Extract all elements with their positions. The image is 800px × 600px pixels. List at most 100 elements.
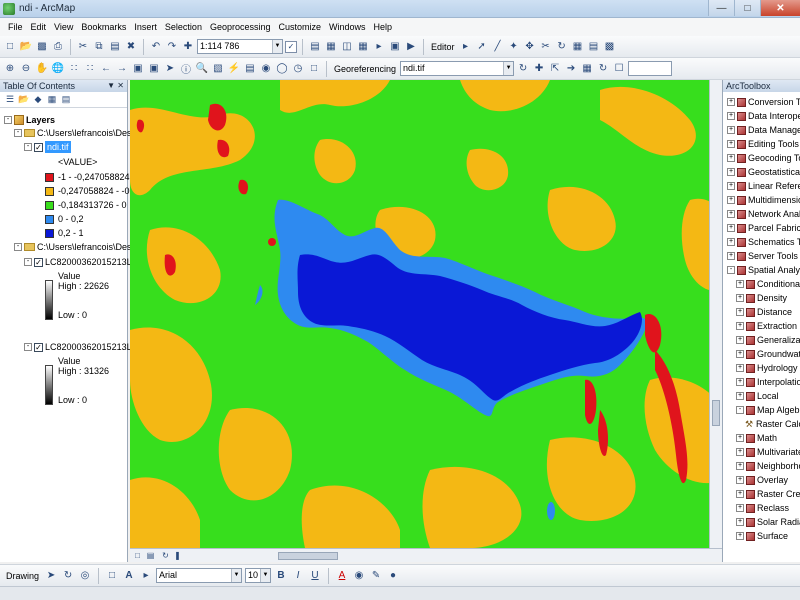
marker-color-icon[interactable]: ●: [386, 569, 400, 583]
toolbox-item[interactable]: + Extraction: [736, 320, 797, 332]
straight-segment-icon[interactable]: ╱: [491, 40, 505, 54]
expand-icon[interactable]: +: [736, 350, 744, 358]
help-icon[interactable]: ▶: [404, 40, 418, 54]
georef-layer-combo[interactable]: ndi.tif ▼: [400, 61, 515, 76]
toolbox-item[interactable]: + Geocoding Tools: [727, 152, 800, 164]
toolbox-item[interactable]: + Reclass: [736, 502, 789, 514]
toolbox-item[interactable]: + Interpolation: [736, 376, 800, 388]
expand-icon[interactable]: -: [736, 406, 744, 414]
horizontal-scrollbar-thumb[interactable]: [278, 552, 338, 560]
cut-icon[interactable]: ✂: [76, 40, 90, 54]
georeferencing-menu[interactable]: Georeferencing: [332, 64, 398, 74]
expand-icon[interactable]: +: [736, 434, 744, 442]
zoom-whole-page-icon[interactable]: ◎: [78, 569, 92, 583]
expand-icon[interactable]: +: [736, 448, 744, 456]
legend-class-1[interactable]: -1 - -0,247058824: [45, 171, 130, 183]
expand-icon[interactable]: +: [727, 154, 735, 162]
expand-icon[interactable]: +: [727, 224, 735, 232]
expand-icon[interactable]: +: [736, 392, 744, 400]
delete-icon[interactable]: ✖: [124, 40, 138, 54]
maximize-button[interactable]: □: [734, 0, 760, 16]
layout-view-tab-icon[interactable]: ▤: [145, 550, 156, 561]
find-icon[interactable]: 🔍: [195, 62, 209, 76]
toolbox-item[interactable]: + Math: [736, 432, 777, 444]
toolbox-item[interactable]: + Groundwater: [736, 348, 800, 360]
expand-icon[interactable]: +: [736, 378, 744, 386]
forward-icon[interactable]: →: [115, 62, 129, 76]
time-slider-icon[interactable]: ◷: [291, 62, 305, 76]
menu-view[interactable]: View: [50, 18, 77, 36]
bold-icon[interactable]: B: [274, 569, 288, 583]
rotate-tool-icon[interactable]: ↻: [516, 62, 530, 76]
menu-selection[interactable]: Selection: [161, 18, 206, 36]
map-view[interactable]: [130, 80, 722, 548]
list-by-selection-icon[interactable]: ▦: [46, 94, 58, 106]
edit-annotation-icon[interactable]: ➚: [475, 40, 489, 54]
collapse-icon[interactable]: -: [4, 116, 12, 124]
layer-visibility-checkbox[interactable]: ✓: [34, 142, 43, 152]
toolbox-item[interactable]: + Schematics Tools: [727, 236, 800, 248]
identify-icon[interactable]: ⓘ: [179, 62, 193, 76]
toolbox-item[interactable]: + Data Management Tools: [727, 124, 800, 136]
toolbox-item[interactable]: + Linear Referencing Tools: [727, 180, 800, 192]
attributes-icon[interactable]: ▦: [571, 40, 585, 54]
split-icon[interactable]: ✂: [539, 40, 553, 54]
editor-toolbar-icon[interactable]: ✓: [285, 40, 297, 53]
expand-icon[interactable]: +: [736, 322, 744, 330]
scrollbar-thumb[interactable]: [712, 400, 720, 426]
trace-icon[interactable]: ✦: [507, 40, 521, 54]
legend-class-4[interactable]: 0 - 0,2: [45, 213, 84, 225]
toolbox-item[interactable]: + Editing Tools: [727, 138, 799, 150]
rotate-icon[interactable]: ↻: [555, 40, 569, 54]
list-by-source-icon[interactable]: 📂: [18, 94, 30, 106]
collapse-icon[interactable]: -: [24, 143, 32, 151]
toolbox-item[interactable]: + Geostatistical Analyst Tools: [727, 166, 800, 178]
full-extent-icon[interactable]: 🌐: [51, 62, 65, 76]
expand-icon[interactable]: +: [727, 210, 735, 218]
georef-value-field[interactable]: [628, 61, 673, 76]
select-elements-icon[interactable]: ➤: [163, 62, 177, 76]
layer-visibility-checkbox[interactable]: ✓: [34, 257, 43, 267]
toolbox-item[interactable]: + Data Interoperability Tools: [727, 110, 800, 122]
expand-icon[interactable]: +: [736, 518, 744, 526]
expand-icon[interactable]: +: [727, 98, 735, 106]
list-by-drawing-order-icon[interactable]: ☰: [4, 94, 16, 106]
back-icon[interactable]: ←: [99, 62, 113, 76]
font-color-icon[interactable]: A: [335, 569, 349, 583]
edit-tool-icon[interactable]: ▸: [459, 40, 473, 54]
font-size-combo[interactable]: 10 ▼: [245, 568, 272, 583]
view-link-table-icon[interactable]: ▦: [580, 62, 594, 76]
toolbox-item[interactable]: + Distance: [736, 306, 792, 318]
options-icon[interactable]: ▤: [60, 94, 72, 106]
arctoolbox-icon[interactable]: ▦: [356, 40, 370, 54]
rectangle-icon[interactable]: □: [105, 569, 119, 583]
layout-view-icon[interactable]: ▤: [308, 40, 322, 54]
data-view-icon[interactable]: □: [132, 550, 143, 561]
shift-tool-icon[interactable]: ✚: [532, 62, 546, 76]
toolbox-item[interactable]: + Conditional: [736, 278, 800, 290]
viewer-icon[interactable]: ☐: [612, 62, 626, 76]
new-icon[interactable]: □: [3, 40, 17, 54]
toolbox-item[interactable]: + Multidimension Tools: [727, 194, 800, 206]
menu-file[interactable]: File: [4, 18, 27, 36]
list-by-visibility-icon[interactable]: ◆: [32, 94, 44, 106]
expand-icon[interactable]: +: [736, 532, 744, 540]
toolbox-item[interactable]: + Hydrology: [736, 362, 798, 374]
toolbox-item[interactable]: + Density: [736, 292, 787, 304]
toolbox-item[interactable]: ⚒Raster Calculator: [745, 418, 800, 430]
expand-icon[interactable]: +: [727, 252, 735, 260]
print-icon[interactable]: ⎙: [51, 40, 65, 54]
toolbox-item[interactable]: - Spatial Analyst Tools: [727, 264, 800, 276]
pan-icon[interactable]: ✋: [35, 62, 49, 76]
expand-icon[interactable]: +: [727, 112, 735, 120]
toolbox-item[interactable]: + Solar Radiation: [736, 516, 800, 528]
drawing-menu[interactable]: Drawing: [4, 571, 41, 581]
measure-icon[interactable]: ▧: [211, 62, 225, 76]
menu-windows[interactable]: Windows: [325, 18, 370, 36]
toolbox-item[interactable]: + Generalization: [736, 334, 800, 346]
italic-icon[interactable]: I: [291, 569, 305, 583]
expand-icon[interactable]: -: [727, 266, 735, 274]
toolbox-item[interactable]: + Multivariate: [736, 446, 800, 458]
undo-icon[interactable]: ↶: [149, 40, 163, 54]
text-icon[interactable]: A: [122, 569, 136, 583]
